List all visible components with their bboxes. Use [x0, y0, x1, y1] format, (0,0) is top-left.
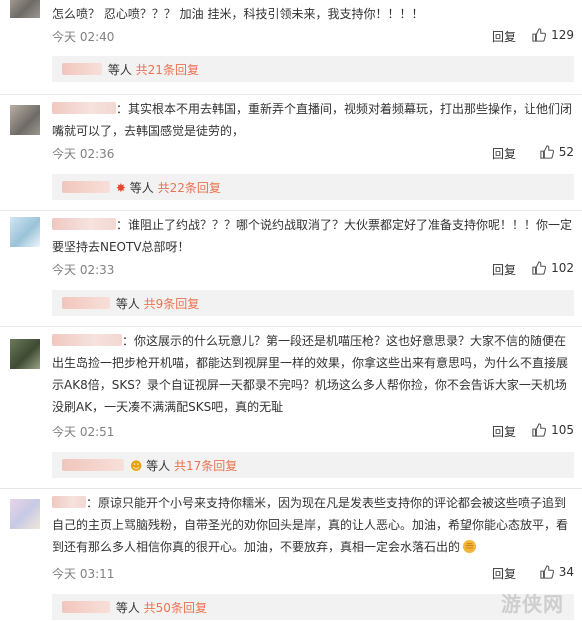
username[interactable] — [52, 334, 122, 346]
thumbs-up-icon — [540, 145, 554, 159]
username[interactable] — [52, 496, 86, 508]
heart-eyes-emoji-icon: ☻ — [129, 459, 143, 473]
subreply-box[interactable]: 等人 共9条回复 — [52, 290, 574, 316]
reply-button[interactable]: 回复 — [492, 261, 516, 278]
reply-button[interactable]: 回复 — [492, 423, 516, 440]
sub-username[interactable] — [62, 297, 110, 309]
comment-text: 怎么喷？ 忍心喷？？？ 加油 挂米，科技引领未来，我支持你！！！！ — [52, 7, 424, 21]
comment-meta: 今天 02:36 回复 52 — [52, 145, 574, 163]
subreply-box[interactable]: ✸ 等人 共22条回复 — [52, 174, 574, 200]
avatar[interactable] — [10, 217, 40, 247]
comment-time: 今天 02:33 — [52, 263, 115, 277]
like-count: 129 — [551, 28, 574, 42]
subreply-prefix: 等人 — [146, 459, 171, 473]
subreply-prefix: 等人 — [129, 181, 154, 195]
like-button[interactable]: 129 — [532, 28, 574, 42]
comment-time: 今天 03:11 — [52, 567, 115, 581]
comment-meta: 今天 02:33 回复 102 — [52, 261, 574, 279]
subreply-prefix: 等人 — [115, 297, 140, 311]
divider — [0, 210, 582, 211]
sub-username[interactable] — [62, 601, 110, 613]
reply-button[interactable]: 回复 — [492, 145, 516, 162]
divider — [0, 488, 582, 489]
comment-text: ：你这展示的什么玩意儿？第一段还是机喵压枪？这也好意思录？大家不信的随便在出生岛… — [52, 334, 569, 414]
fist-emoji-icon — [462, 539, 477, 554]
avatar[interactable] — [10, 499, 40, 529]
like-button[interactable]: 105 — [532, 423, 574, 437]
comment-meta: 今天 02:40 回复 129 — [52, 28, 574, 46]
like-button[interactable]: 34 — [540, 565, 574, 579]
subreply-prefix: 等人 — [115, 601, 140, 615]
comment-time: 今天 02:51 — [52, 425, 115, 439]
reply-button[interactable]: 回复 — [492, 28, 516, 45]
sub-username[interactable] — [62, 459, 124, 471]
subreply-count-link[interactable]: 共17条回复 — [174, 459, 237, 473]
watermark: 游侠网 — [501, 592, 564, 616]
avatar[interactable] — [10, 339, 40, 369]
subreply-box[interactable]: 等人 共50条回复 — [52, 594, 574, 620]
comment-time: 今天 02:40 — [52, 30, 115, 44]
thumbs-up-icon — [540, 565, 554, 579]
divider — [0, 326, 582, 327]
like-count: 34 — [558, 565, 574, 579]
like-count: 105 — [551, 423, 574, 437]
comment-text: ：其实根本不用去韩国，重新弄个直播间，视频对着频幕玩，打出那些操作，让他们闭嘴就… — [52, 102, 573, 138]
divider — [0, 94, 582, 95]
comment-text: ：谁阻止了约战？？？哪个说约战取消了？大伙票都定好了准备支持你呢！！！你一定要坚… — [52, 218, 573, 254]
like-button[interactable]: 52 — [540, 145, 574, 159]
like-count: 102 — [551, 261, 574, 275]
thumbs-up-icon — [532, 261, 547, 275]
subreply-box[interactable]: 等人 共21条回复 — [52, 56, 574, 82]
reply-button[interactable]: 回复 — [492, 565, 516, 582]
subreply-count-link[interactable]: 共9条回复 — [144, 297, 200, 311]
subreply-box[interactable]: ☻ 等人 共17条回复 — [52, 452, 574, 478]
avatar[interactable] — [10, 0, 40, 18]
subreply-count-link[interactable]: 共50条回复 — [144, 601, 207, 615]
sub-username[interactable] — [62, 181, 110, 193]
subreply-count-link[interactable]: 共22条回复 — [158, 181, 221, 195]
thumbs-up-icon — [532, 28, 547, 42]
avatar[interactable] — [10, 105, 40, 135]
subreply-prefix: 等人 — [107, 63, 132, 77]
sub-username[interactable] — [62, 63, 102, 75]
username[interactable] — [52, 102, 116, 114]
comment-meta: 今天 03:11 回复 34 — [52, 565, 574, 583]
thumbs-up-icon — [532, 423, 547, 437]
comment-meta: 今天 02:51 回复 105 — [52, 423, 574, 441]
subreply-count-link[interactable]: 共21条回复 — [136, 63, 199, 77]
comment-text: ：原谅只能开个小号来支持你糯米，因为现在凡是发表些支持你的评论都会被这些喷子追到… — [52, 496, 569, 554]
like-count: 52 — [558, 145, 574, 159]
comment-time: 今天 02:36 — [52, 147, 115, 161]
fire-icon: ✸ — [115, 181, 126, 195]
username[interactable] — [52, 218, 116, 230]
like-button[interactable]: 102 — [532, 261, 574, 275]
